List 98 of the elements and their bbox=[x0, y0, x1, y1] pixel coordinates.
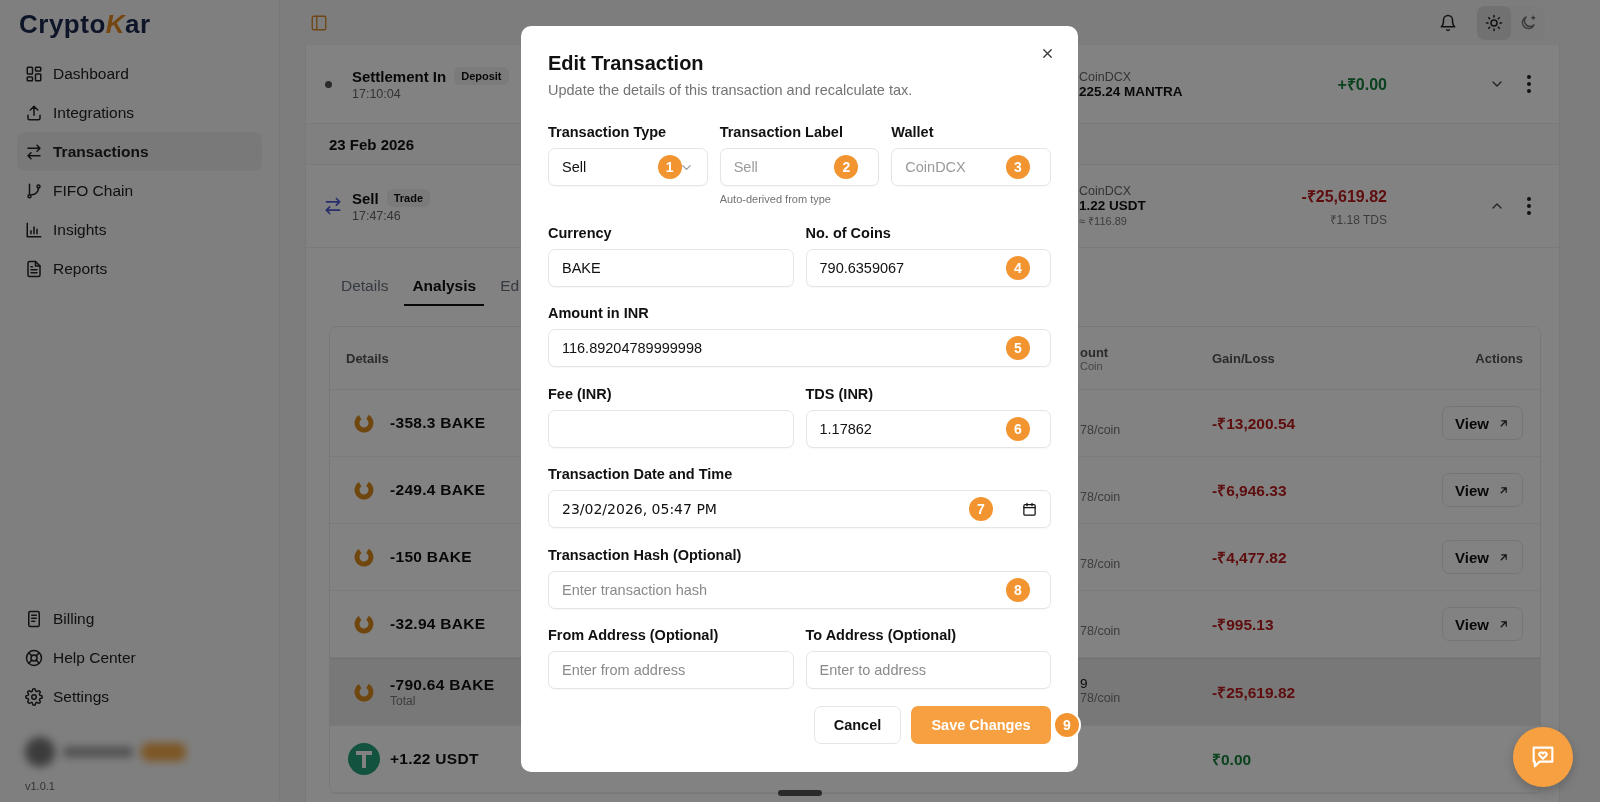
nav-item[interactable]: Transactions bbox=[17, 132, 262, 171]
wallet-name: CoinDCX bbox=[1079, 69, 1132, 84]
coin-amount: -358.3 BAKE bbox=[390, 414, 486, 432]
field-label: TDS (INR) bbox=[805, 384, 875, 404]
swap-arrows-icon bbox=[25, 142, 43, 161]
coin-amount: -150 BAKE bbox=[390, 548, 472, 566]
per-coin-rate: 78/coin bbox=[1080, 624, 1121, 638]
nav-item[interactable]: Reports bbox=[17, 249, 262, 288]
cancel-button[interactable]: Cancel bbox=[814, 706, 901, 744]
field-label: From Address (Optional) bbox=[548, 626, 720, 645]
grid-icon bbox=[25, 64, 43, 83]
dialog-subtitle: Update the details of this transaction and recalculate tax. bbox=[548, 81, 913, 100]
asset-value: ≈ ₹116.89 bbox=[1079, 214, 1127, 228]
column-header: Details bbox=[346, 350, 390, 366]
field-label: Amount in INR bbox=[548, 304, 650, 323]
view-button[interactable]: View bbox=[1442, 406, 1523, 440]
coin-amount: -790.64 BAKE bbox=[390, 676, 495, 694]
field-label: To Address (Optional) bbox=[805, 626, 958, 645]
nav-item[interactable]: Insights bbox=[17, 210, 262, 249]
asset-amount: 1.22 USDT bbox=[1079, 198, 1146, 213]
input-field[interactable]: Enter to address bbox=[805, 651, 1051, 689]
tab[interactable]: Analysis bbox=[404, 268, 485, 306]
coin-amount: +1.22 USDT bbox=[390, 750, 479, 768]
per-coin-rate: 78/coin bbox=[1080, 490, 1121, 504]
sun-icon bbox=[1485, 13, 1503, 32]
vertical-dots-icon bbox=[1527, 75, 1531, 93]
gain-loss-value: -₹25,619.82 bbox=[1212, 684, 1296, 701]
gain-loss-value: -₹995.13 bbox=[1212, 616, 1274, 633]
transaction-time: 17:10:04 bbox=[352, 87, 401, 101]
sidebar-panel-icon bbox=[310, 13, 328, 32]
field-label: Transaction Hash (Optional) bbox=[548, 545, 743, 565]
input-field[interactable]: BAKE bbox=[548, 248, 794, 287]
column-header: Actions bbox=[1475, 350, 1523, 366]
view-button[interactable]: View bbox=[1442, 607, 1523, 641]
field-label: Wallet bbox=[891, 123, 935, 142]
gain-loss-value: -₹13,200.54 bbox=[1212, 415, 1296, 432]
bell-icon bbox=[1439, 13, 1457, 32]
asset-amount: 225.24 MANTRA bbox=[1079, 83, 1183, 99]
per-coin-rate: 78/coin bbox=[1080, 557, 1121, 571]
nav-item[interactable]: FIFO Chain bbox=[17, 171, 262, 210]
transaction-tag: Deposit bbox=[454, 67, 509, 85]
branch-icon bbox=[25, 181, 43, 200]
coin-amount: -249.4 BAKE bbox=[390, 481, 486, 499]
column-header: Gain/Loss bbox=[1212, 350, 1276, 366]
step-marker: 9 bbox=[1053, 711, 1081, 739]
receipt-icon bbox=[25, 609, 43, 628]
tab[interactable]: Details bbox=[333, 268, 397, 306]
upload-icon bbox=[25, 103, 43, 122]
transaction-title: Sell bbox=[352, 189, 379, 207]
transaction-time: 17:47:46 bbox=[352, 209, 401, 223]
table-cell: 9 bbox=[1080, 675, 1088, 691]
vertical-dots-icon bbox=[1527, 197, 1531, 215]
field-label: No. of Coins bbox=[805, 223, 892, 243]
gain-loss-value: -₹6,946.33 bbox=[1212, 482, 1287, 499]
bar-chart-icon bbox=[25, 220, 43, 239]
input-field[interactable] bbox=[548, 409, 794, 448]
field-label: Fee (INR) bbox=[548, 384, 613, 404]
calendar-icon bbox=[1022, 501, 1037, 517]
dialog-title: Edit Transaction bbox=[548, 51, 704, 76]
logo[interactable]: CryptoKar bbox=[17, 6, 151, 42]
moon-icon bbox=[1519, 13, 1537, 32]
field-hint: Auto-derived from type bbox=[719, 192, 832, 206]
swap-arrows-icon bbox=[323, 196, 343, 216]
column-subheader: Coin bbox=[1080, 359, 1103, 372]
gain-loss-value: -₹4,477.82 bbox=[1212, 549, 1287, 566]
per-coin-rate: 78/coin bbox=[1080, 690, 1121, 705]
document-icon bbox=[25, 259, 43, 278]
lifebuoy-icon bbox=[25, 648, 43, 667]
view-button[interactable]: View bbox=[1442, 540, 1523, 574]
field-label: Transaction Date and Time bbox=[548, 465, 734, 484]
version-label: v1.0.1 bbox=[24, 780, 56, 792]
view-button[interactable]: View bbox=[1442, 473, 1523, 507]
nav-item[interactable]: Integrations bbox=[17, 93, 262, 132]
field-label: Transaction Type bbox=[548, 123, 668, 142]
per-coin-rate: 78/coin bbox=[1080, 423, 1121, 437]
nav-item[interactable]: Settings bbox=[17, 677, 262, 716]
tds-amount: ₹1.18 TDS bbox=[1329, 211, 1387, 228]
transaction-tag: Trade bbox=[386, 189, 431, 207]
transaction-amount: -₹25,619.82 bbox=[1301, 186, 1387, 207]
row-note: Total bbox=[390, 694, 416, 708]
nav-item[interactable]: Help Center bbox=[17, 638, 262, 677]
field-label: Currency bbox=[548, 223, 613, 243]
bullet-dot-icon bbox=[325, 80, 332, 88]
field-label: Transaction Label bbox=[719, 123, 844, 142]
light-theme-button[interactable] bbox=[1477, 5, 1511, 40]
nav-item[interactable]: Billing bbox=[17, 599, 262, 638]
coin-amount: -32.94 BAKE bbox=[390, 615, 486, 633]
wallet-name: CoinDCX bbox=[1079, 184, 1132, 198]
transaction-amount: +₹0.00 bbox=[1337, 75, 1387, 95]
nav-item[interactable]: Dashboard bbox=[17, 54, 262, 93]
home-indicator bbox=[778, 790, 822, 796]
input-field[interactable]: Enter from address bbox=[548, 651, 794, 689]
gain-loss-value: ₹0.00 bbox=[1212, 751, 1252, 768]
settings-icon bbox=[25, 687, 43, 706]
tab[interactable]: Ed bbox=[492, 268, 528, 306]
tether-coin-icon bbox=[348, 743, 380, 775]
transaction-title: Settlement In bbox=[352, 67, 447, 85]
column-header: ount bbox=[1080, 344, 1109, 360]
